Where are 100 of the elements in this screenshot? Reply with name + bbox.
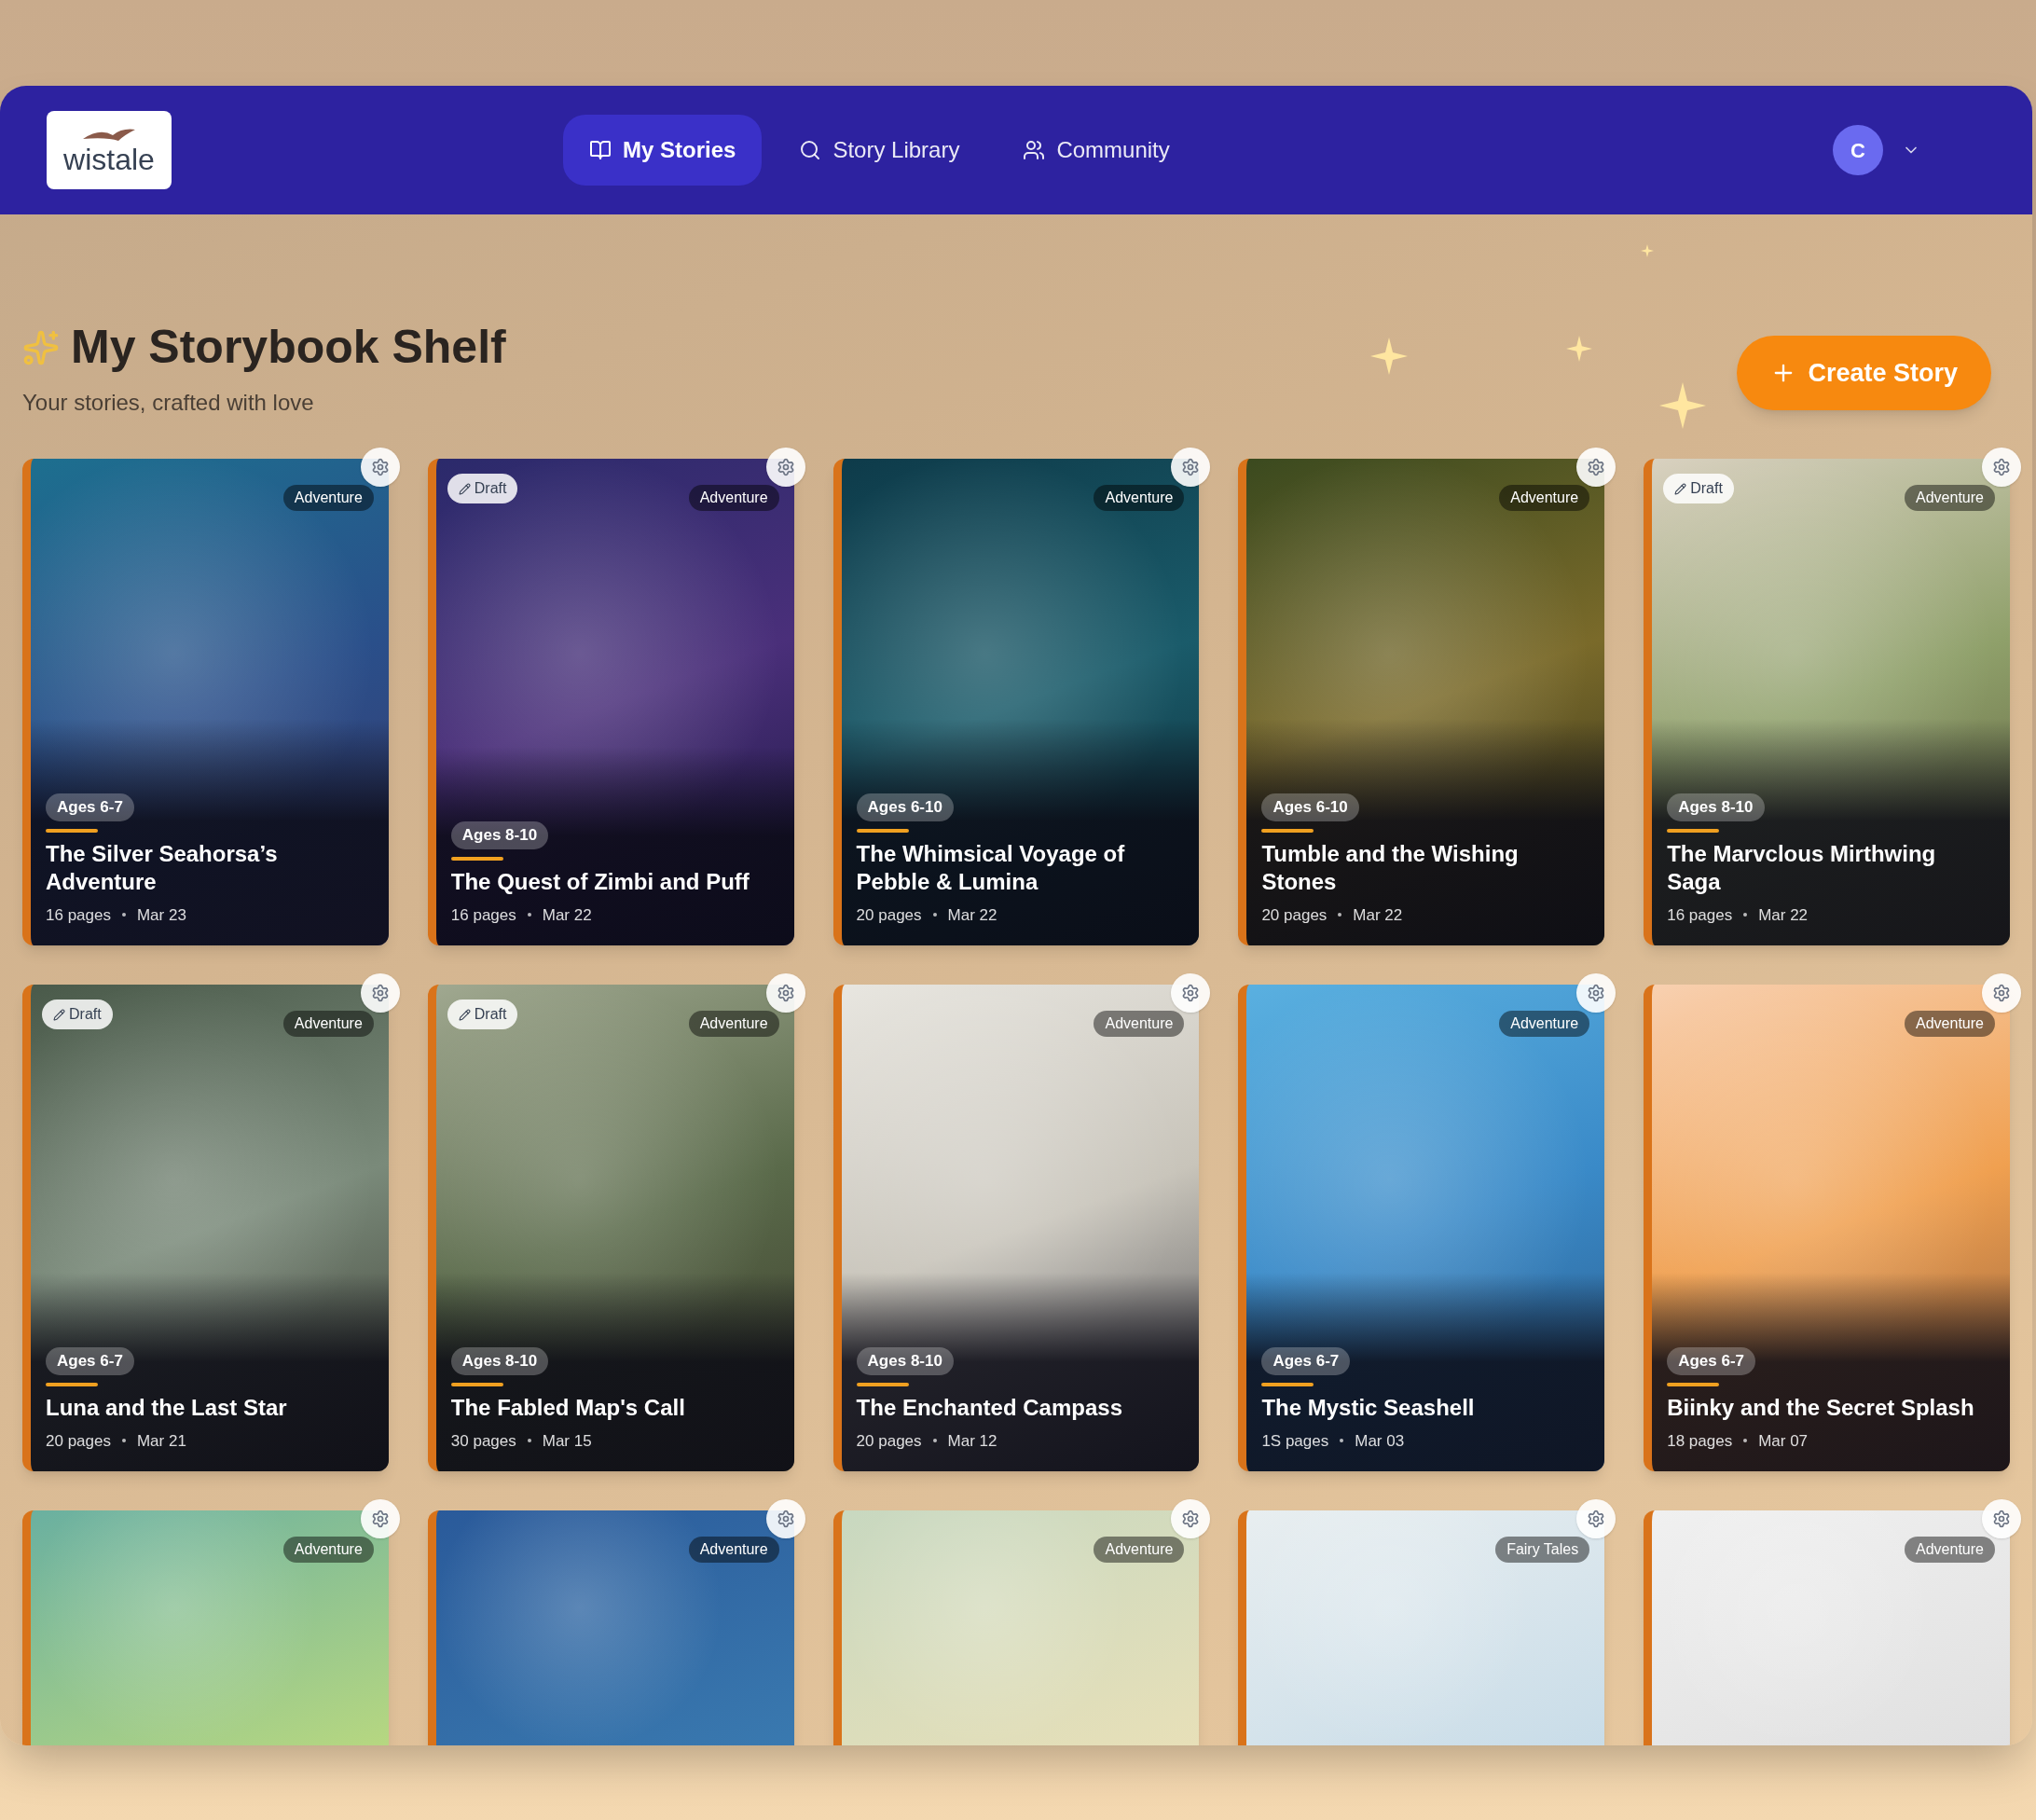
genre-tag: Adventure: [688, 1011, 779, 1037]
genre-tag: Adventure: [282, 1537, 374, 1563]
accent-line: [856, 828, 909, 833]
story-card[interactable]: Draft Adventure Ages 8-10 The Marvclous Mirthwing Saga 16 pages Mar 22: [1644, 459, 2010, 945]
sparkle-icon: [1370, 338, 1408, 375]
accent-line: [1667, 1382, 1720, 1386]
page-count: 20 pages: [856, 904, 922, 926]
genre-tag: Adventure: [1499, 485, 1590, 511]
users-icon: [1023, 139, 1046, 161]
accent-line: [450, 856, 503, 861]
settings-button[interactable]: [360, 973, 400, 1013]
pencil-icon: [53, 1008, 65, 1021]
age-badge: Ages 6-10: [1261, 793, 1359, 821]
genre-tag: Adventure: [1905, 485, 1995, 511]
genre-tag: Adventure: [282, 485, 374, 511]
nav-tab[interactable]: Story Library: [773, 115, 986, 186]
story-card[interactable]: Adventure Ages 6-7 The Mystic Seashell 1S pages Mar 03: [1238, 985, 1605, 1471]
story-card[interactable]: Draft Adventure Ages 8-10 The Quest of Zimbi and Puff 16 pages Mar 22: [427, 459, 794, 945]
settings-icon: [1992, 458, 2011, 476]
page-count: 18 pages: [1667, 1430, 1733, 1452]
pencil-icon: [458, 1008, 471, 1021]
sparkle-icon: [1566, 336, 1592, 362]
settings-icon: [1587, 458, 1606, 476]
story-title: The Fabled Map's Call: [450, 1393, 686, 1422]
logo-text: wistale: [63, 145, 155, 174]
settings-icon: [370, 984, 390, 1002]
accent-line: [1261, 828, 1314, 833]
story-card[interactable]: Adventure Ages 6-7 Biinky and the Secret Splash 18 pages Mar 07: [1644, 985, 2010, 1471]
story-card[interactable]: Draft Adventure Ages 8-10 The Fabled Map's Call 30 pages Mar 15: [427, 985, 794, 1471]
story-card[interactable]: Adventure Ages 6-10 The Whimsical Voyage of Pebble & Lumina 20 pages Mar 22: [832, 459, 1200, 945]
story-card[interactable]: Adventure: [832, 1510, 1200, 1745]
settings-icon: [1181, 1510, 1201, 1528]
story-date: Mar 23: [136, 904, 186, 926]
settings-button[interactable]: [765, 1499, 805, 1538]
nav-tab[interactable]: Community: [997, 115, 1196, 186]
page-count: 20 pages: [46, 1430, 111, 1452]
story-title: Tumble and the Wishing Stones: [1261, 839, 1520, 896]
accent-line: [1261, 1382, 1314, 1386]
story-date: Mar 22: [542, 904, 592, 926]
settings-icon: [370, 1510, 390, 1528]
page-subtitle: Your stories, crafted with love: [22, 389, 315, 417]
story-card[interactable]: Adventure Ages 8-10 The Enchanted Campass 20 pages Mar 12: [832, 985, 1200, 1471]
page-count: 16 pages: [450, 904, 516, 926]
sparkles-icon: [22, 328, 60, 366]
book-icon: [589, 139, 612, 161]
genre-tag: Adventure: [282, 1011, 374, 1037]
page-count: 1S pages: [1261, 1430, 1329, 1452]
story-card[interactable]: Draft Adventure Ages 6-7 Luna and the Last Star 20 pages Mar 21: [22, 985, 389, 1471]
settings-icon: [1587, 984, 1606, 1002]
story-card[interactable]: Adventure: [427, 1510, 794, 1745]
genre-tag: Adventure: [1905, 1537, 1995, 1563]
age-badge: Ages 6-10: [856, 793, 954, 821]
settings-icon: [1181, 984, 1201, 1002]
story-title: Luna and the Last Star: [46, 1393, 288, 1422]
genre-tag: Adventure: [688, 1537, 779, 1563]
settings-icon: [1181, 458, 1201, 476]
story-card[interactable]: Adventure Ages 6-10 Tumble and the Wishing Stones 20 pages Mar 22: [1238, 459, 1605, 945]
genre-tag: Adventure: [1094, 485, 1185, 511]
story-card[interactable]: Adventure Ages 6-7 The Silver Seahorsa’s Adventure 16 pages Mar 23: [22, 459, 389, 945]
page-count: 20 pages: [856, 1430, 922, 1452]
age-badge: Ages 6-7: [46, 793, 134, 821]
age-badge: Ages 8-10: [856, 1347, 954, 1375]
story-title: The Whimsical Voyage of Pebble & Lumina: [856, 839, 1126, 896]
age-badge: Ages 8-10: [450, 821, 549, 849]
draft-badge: Draft: [1663, 474, 1734, 503]
age-badge: Ages 6-7: [1261, 1347, 1351, 1375]
nav-tab[interactable]: My Stories: [563, 115, 763, 186]
user-avatar[interactable]: C: [1833, 125, 1883, 175]
settings-button[interactable]: [765, 448, 805, 487]
genre-tag: Adventure: [1499, 1011, 1590, 1037]
settings-icon: [776, 1510, 795, 1528]
accent-line: [46, 828, 98, 833]
story-card[interactable]: Fairy Tales: [1238, 1510, 1605, 1745]
story-title: The Enchanted Campass: [856, 1393, 1123, 1422]
accent-line: [46, 1382, 98, 1386]
story-date: Mar 12: [947, 1430, 997, 1452]
page-count: 16 pages: [46, 904, 111, 926]
genre-tag: Adventure: [688, 485, 779, 511]
settings-button[interactable]: [360, 448, 400, 487]
accent-line: [856, 1382, 909, 1386]
story-title: The Silver Seahorsa’s Adventure: [46, 839, 279, 896]
story-date: Mar 03: [1355, 1430, 1405, 1452]
settings-button[interactable]: [1171, 448, 1211, 487]
settings-icon: [1992, 984, 2011, 1002]
age-badge: Ages 8-10: [450, 1347, 549, 1375]
page-count: 20 pages: [1261, 904, 1328, 926]
sparkle-icon: [1641, 244, 1654, 257]
page-count: 30 pages: [450, 1430, 516, 1452]
story-date: Mar 22: [947, 904, 997, 926]
page-count: 16 pages: [1667, 904, 1733, 926]
draft-badge: Draft: [447, 474, 518, 503]
story-date: Mar 15: [542, 1430, 592, 1452]
logo[interactable]: wistale: [47, 111, 172, 189]
search-icon: [799, 139, 822, 161]
story-card[interactable]: Adventure: [22, 1510, 389, 1745]
age-badge: Ages 6-7: [46, 1347, 134, 1375]
settings-icon: [776, 984, 795, 1002]
story-card[interactable]: Adventure: [1644, 1510, 2010, 1745]
story-title: The Quest of Zimbi and Puff: [450, 867, 750, 896]
settings-button[interactable]: [1576, 448, 1616, 487]
